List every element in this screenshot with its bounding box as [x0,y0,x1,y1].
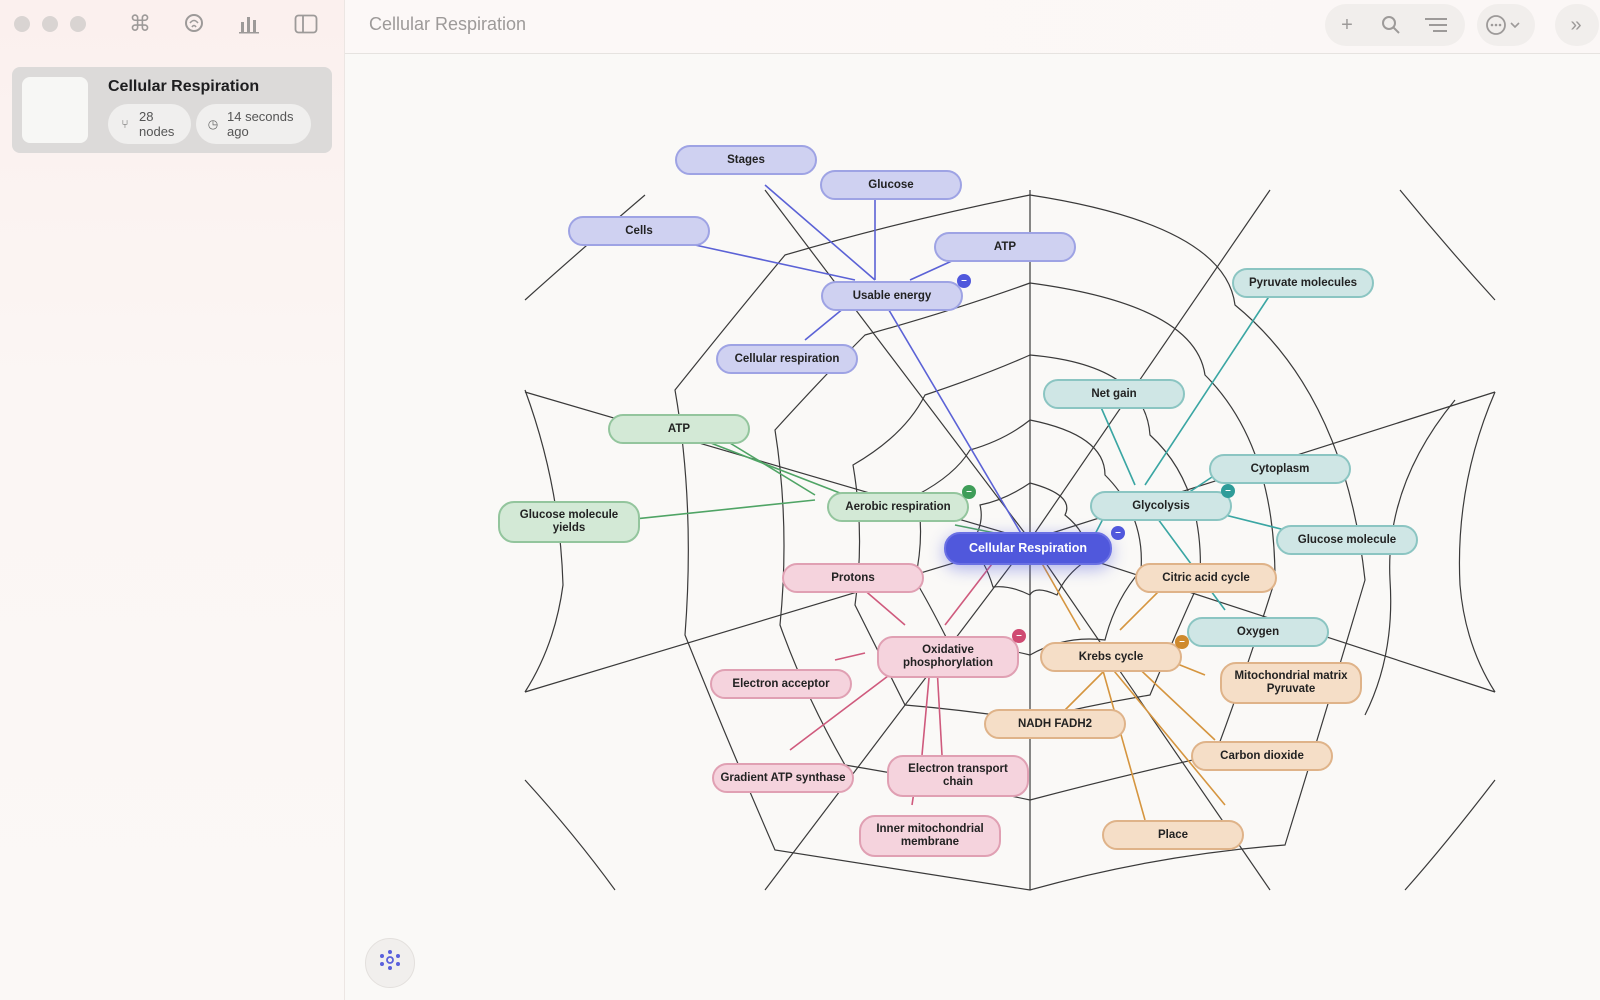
window-title: Cellular Respiration [369,14,527,34]
updated-suffix: ago [227,124,249,139]
node-krebs-cycle[interactable]: Krebs cycle [1040,642,1182,672]
document-card[interactable]: Cellular Respiration ⑂ 28 nodes ◷ 14 seco… [12,67,332,153]
node-place[interactable]: Place [1102,820,1244,850]
node-nadh-fadh2[interactable]: NADH FADH2 [984,709,1126,739]
collapse-glycolysis-icon[interactable]: – [1221,484,1235,498]
node-citric-acid-cycle[interactable]: Citric acid cycle [1135,563,1277,593]
node-stages[interactable]: Stages [675,145,817,175]
collapse-usable-energy-icon[interactable]: – [957,274,971,288]
more-icon[interactable] [1485,12,1525,38]
search-icon[interactable] [1378,12,1404,38]
more-menu[interactable] [1477,4,1535,46]
node-inner-mitochondrial-membrane[interactable]: Inner mitochondrial membrane [859,815,1001,857]
collapse-oxidative-icon[interactable]: – [1012,629,1026,643]
collapse-root-icon[interactable]: – [1111,526,1125,540]
zoom-window-button[interactable] [70,16,86,32]
document-title: Cellular Respiration [108,78,260,95]
layout-button[interactable] [365,938,415,988]
nodes-icon: ⑂ [121,116,129,131]
network-icon [379,949,401,977]
node-mitochondrial-matrix-pyruvate[interactable]: Mitochondrial matrix Pyruvate [1220,662,1362,704]
command-icon[interactable]: ⌘ [126,10,154,38]
node-glucose-molecule-yields[interactable]: Glucose molecule yields [498,501,640,543]
clock-icon: ◷ [207,116,219,131]
plus-icon[interactable]: + [1334,12,1360,38]
node-glycolysis[interactable]: Glycolysis [1090,491,1232,521]
nodes-count: 28 [139,109,154,124]
node-oxidative-phosphorylation[interactable]: Oxidative phosphorylation [877,636,1019,678]
node-pyruvate-molecules[interactable]: Pyruvate molecules [1232,268,1374,298]
mind-map-canvas[interactable]: Cellular Respiration – Stages Glucose Ce… [345,55,1600,1000]
updated-badge: ◷ 14 seconds ago [196,104,311,144]
node-gradient-atp-synthase[interactable]: Gradient ATP synthase [712,763,854,793]
node-cellular-respiration[interactable]: Cellular respiration [716,344,858,374]
expand-group: » [1555,4,1599,46]
tool-group: + [1325,4,1465,46]
node-electron-transport-chain[interactable]: Electron transport chain [887,755,1029,797]
collapse-krebs-icon[interactable]: – [1175,635,1189,649]
node-usable-energy[interactable]: Usable energy [821,281,963,311]
nodes-count-badge: ⑂ 28 nodes [108,104,191,144]
node-glucose-molecule[interactable]: Glucose molecule [1276,525,1418,555]
chart-icon[interactable] [235,10,263,38]
node-cells[interactable]: Cells [568,216,710,246]
document-thumbnail [22,77,88,143]
node-net-gain[interactable]: Net gain [1043,379,1185,409]
node-protons[interactable]: Protons [782,563,924,593]
close-window-button[interactable] [14,16,30,32]
node-atp-top[interactable]: ATP [934,232,1076,262]
node-electron-acceptor[interactable]: Electron acceptor [710,669,852,699]
node-oxygen[interactable]: Oxygen [1187,617,1329,647]
node-carbon-dioxide[interactable]: Carbon dioxide [1191,741,1333,771]
node-glucose[interactable]: Glucose [820,170,962,200]
minimize-window-button[interactable] [42,16,58,32]
node-atp-left[interactable]: ATP [608,414,750,444]
brain-icon[interactable] [180,10,208,38]
collapse-aerobic-icon[interactable]: – [962,485,976,499]
node-cytoplasm[interactable]: Cytoplasm [1209,454,1351,484]
root-node[interactable]: Cellular Respiration [944,532,1112,565]
nodes-label: nodes [139,124,175,139]
expand-icon[interactable]: » [1563,12,1589,38]
outline-icon[interactable] [1423,12,1449,38]
toolbar: Cellular Respiration + » [345,0,1600,54]
sidebar-toggle-icon[interactable] [292,10,320,38]
node-aerobic-respiration[interactable]: Aerobic respiration [827,492,969,522]
updated-value: 14 seconds [227,109,294,124]
sidebar: ⌘ Cellular Respiration ⑂ 28 nodes ◷ 14 se… [0,0,345,1000]
